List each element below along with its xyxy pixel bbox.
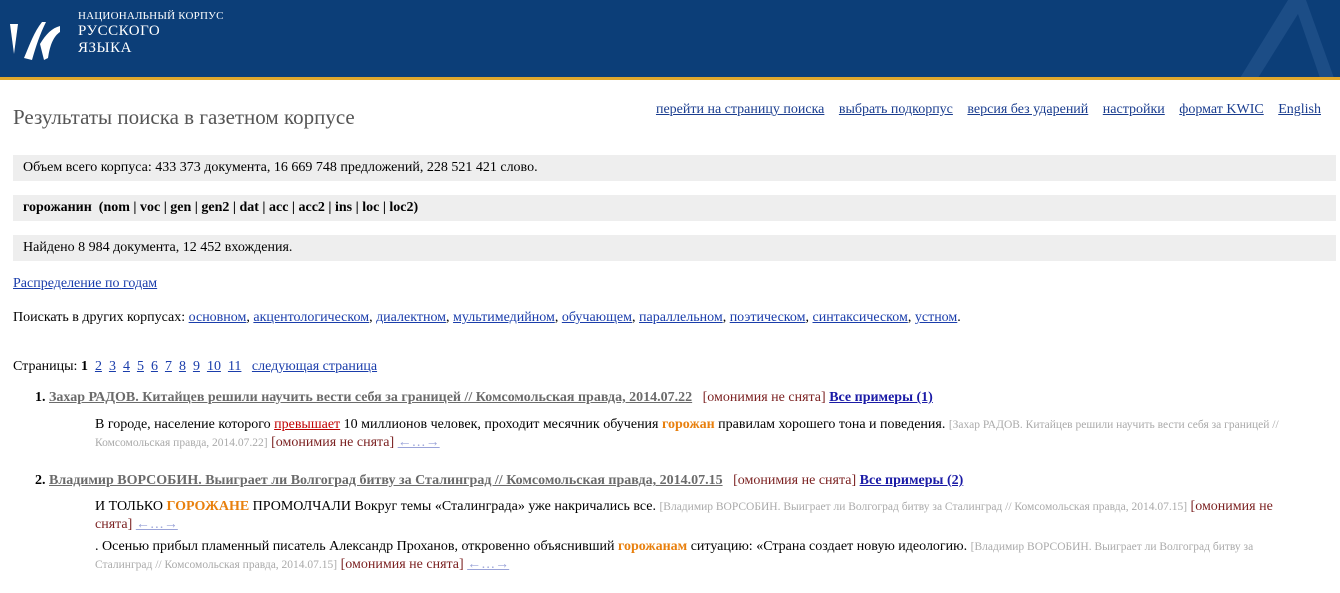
nav-select-subcorpus-link[interactable]: выбрать подкорпус [839,102,953,117]
header-stripe [0,77,1340,80]
corpus-link-multimedia[interactable]: мультимедийном [453,310,555,325]
corpus-link-syntax[interactable]: синтаксическом [812,310,907,325]
expand-context-arrows[interactable]: ←…→ [467,557,509,572]
query-box: горожанин (nom | voc | gen | gen2 | dat … [13,195,1336,221]
result-number: 1. [35,390,46,405]
corpus-link-poetic[interactable]: поэтическом [730,310,806,325]
result-item: 2. Владимир ВОРСОБИН. Выиграет ли Волгог… [35,473,1305,574]
result-snippet: . Осенью прибыл пламенный писатель Алекс… [95,538,1305,574]
logo-line-2: РУССКОГО [78,22,161,39]
pagination-label: Страницы: [13,359,78,374]
nav-settings-link[interactable]: настройки [1103,102,1165,117]
page-link[interactable]: 7 [165,359,172,374]
page-link[interactable]: 11 [228,359,241,374]
result-title-link[interactable]: Владимир ВОРСОБИН. Выиграет ли Волгоград… [49,473,723,488]
other-corpora-row: Поискать в других корпусах: основном, ак… [13,310,961,325]
page-title: Результаты поиска в газетном корпусе [13,105,355,129]
logo-line-1: НАЦИОНАЛЬНЫЙ КОРПУС [78,10,224,22]
snippet-red-word[interactable]: превышает [274,417,340,432]
page-link[interactable]: 2 [95,359,102,374]
page-link[interactable]: 9 [193,359,200,374]
result-title-link[interactable]: Захар РАДОВ. Китайцев решили научить вес… [49,390,692,405]
page-link[interactable]: 10 [207,359,221,374]
result-item: 1. Захар РАДОВ. Китайцев решили научить … [35,390,1305,452]
header-decoration-icon [1240,0,1334,78]
corpus-link-dialect[interactable]: диалектном [376,310,446,325]
snippet-text: правилам хорошего тона и поведения. [714,417,949,432]
all-examples-link[interactable]: Все примеры (1) [829,390,933,405]
corpus-link-accent[interactable]: акцентологическом [253,310,369,325]
corpus-link-main[interactable]: основном [189,310,247,325]
page-link[interactable]: 3 [109,359,116,374]
next-page-link[interactable]: следующая страница [252,359,377,374]
corpus-link-spoken[interactable]: устном [915,310,957,325]
snippet-text: ситуацию: «Страна создает новую идеологи… [687,539,971,554]
snippet-text: В городе, население которого [95,417,275,432]
ruscorpora-logo-icon[interactable] [4,14,66,66]
page-link[interactable]: 4 [123,359,130,374]
homonymy-badge: [омонимия не снята] [702,390,826,405]
homonymy-badge: [омонимия не снята] [271,435,395,450]
all-examples-link[interactable]: Все примеры (2) [860,473,964,488]
nav-no-accents-link[interactable]: версия без ударений [967,102,1088,117]
site-header: НАЦИОНАЛЬНЫЙ КОРПУС РУССКОГО ЯЗЫКА [0,0,1340,80]
result-header: 2. Владимир ВОРСОБИН. Выиграет ли Волгог… [35,473,1305,489]
snippet-hit: ГОРОЖАНЕ [166,499,250,514]
snippet-text: . Осенью прибыл пламенный писатель Алекс… [95,539,618,554]
snippet-hit: горожанам [617,539,688,554]
corpus-size-box: Объем всего корпуса: 433 373 документа, … [13,155,1336,181]
nav-search-page-link[interactable]: перейти на страницу поиска [656,102,824,117]
snippet-hit: горожан [662,417,715,432]
page-link[interactable]: 8 [179,359,186,374]
logo-line-3: ЯЗЫКА [78,39,132,56]
homonymy-badge: [омонимия не снята] [733,473,857,488]
page-current: 1 [80,359,88,374]
logo-text[interactable]: НАЦИОНАЛЬНЫЙ КОРПУС РУССКОГО ЯЗЫКА [78,10,224,57]
found-box: Найдено 8 984 документа, 12 452 вхождени… [13,235,1336,261]
nav-kwic-format-link[interactable]: формат KWIC [1179,102,1263,117]
nav-english-link[interactable]: English [1278,102,1321,117]
homonymy-badge: [омонимия не снята] [340,557,464,572]
page-link[interactable]: 5 [137,359,144,374]
distribution-row: Распределение по годам [13,276,157,292]
result-number: 2. [35,473,46,488]
corpus-link-learning[interactable]: обучающем [562,310,632,325]
result-snippet: В городе, население которого превышает 1… [95,416,1305,452]
top-navigation: перейти на страницу поиска выбрать подко… [645,102,1321,118]
snippet-text: ПРОМОЛЧАЛИ Вокруг темы «Сталинграда» уже… [249,499,660,514]
snippet-text: И ТОЛЬКО [95,499,167,514]
expand-context-arrows[interactable]: ←…→ [398,435,440,450]
result-header: 1. Захар РАДОВ. Китайцев решили научить … [35,390,1305,406]
snippet-source: [Владимир ВОРСОБИН. Выиграет ли Волгогра… [659,501,1188,513]
other-corpora-label: Поискать в других корпусах: [13,310,186,325]
page-link[interactable]: 6 [151,359,158,374]
pagination: Страницы: 1 2 3 4 5 6 7 8 9 10 11 следую… [13,359,377,375]
result-snippet: И ТОЛЬКО ГОРОЖАНЕ ПРОМОЛЧАЛИ Вокруг темы… [95,498,1305,534]
expand-context-arrows[interactable]: ←…→ [136,517,178,532]
snippet-text: 10 миллионов человек, проходит месячник … [340,417,662,432]
corpus-link-parallel[interactable]: параллельном [639,310,723,325]
distribution-by-year-link[interactable]: Распределение по годам [13,276,157,291]
